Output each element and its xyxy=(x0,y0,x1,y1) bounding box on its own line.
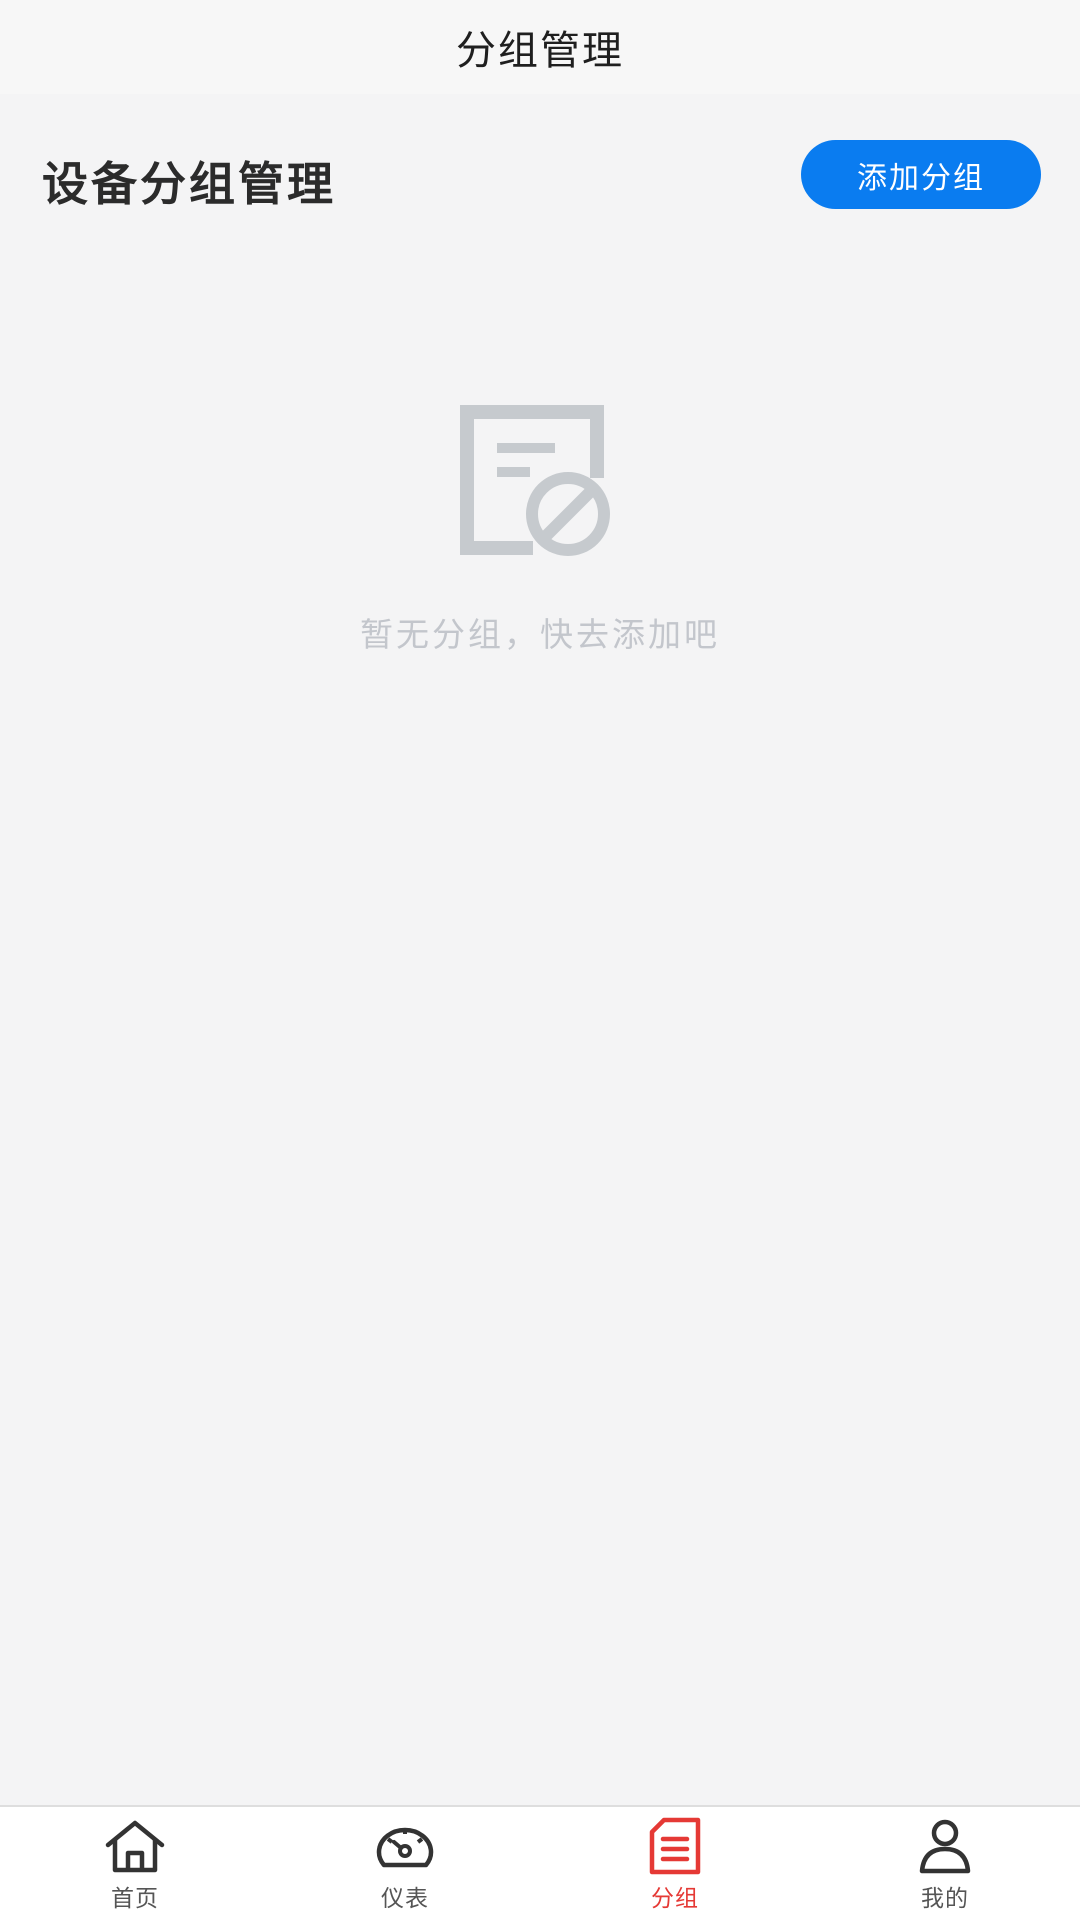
empty-message: 暂无分组，快去添加吧 xyxy=(360,615,720,654)
tab-group[interactable]: 分组 xyxy=(540,1807,810,1922)
tab-gauge[interactable]: 仪表 xyxy=(270,1807,540,1922)
user-icon xyxy=(919,1819,971,1874)
add-group-button[interactable]: 添加分组 xyxy=(801,140,1041,209)
page-title: 分组管理 xyxy=(456,28,624,74)
section-title: 设备分组管理 xyxy=(42,157,336,211)
tab-home-label: 首页 xyxy=(111,1886,159,1912)
tab-profile-label: 我的 xyxy=(921,1886,969,1912)
tab-home[interactable]: 首页 xyxy=(0,1807,270,1922)
section-header: 设备分组管理 添加分组 xyxy=(0,140,1080,211)
home-icon xyxy=(105,1820,165,1873)
tab-profile[interactable]: 我的 xyxy=(810,1807,1080,1922)
bottom-tab-bar: 首页 仪表 分组 我的 xyxy=(0,1805,1080,1922)
group-document-icon xyxy=(649,1817,701,1875)
gauge-icon xyxy=(376,1827,434,1868)
navigation-bar: 分组管理 xyxy=(0,0,1080,94)
tab-group-label: 分组 xyxy=(651,1886,699,1912)
tab-gauge-label: 仪表 xyxy=(381,1886,429,1912)
document-disabled-icon xyxy=(460,405,610,556)
